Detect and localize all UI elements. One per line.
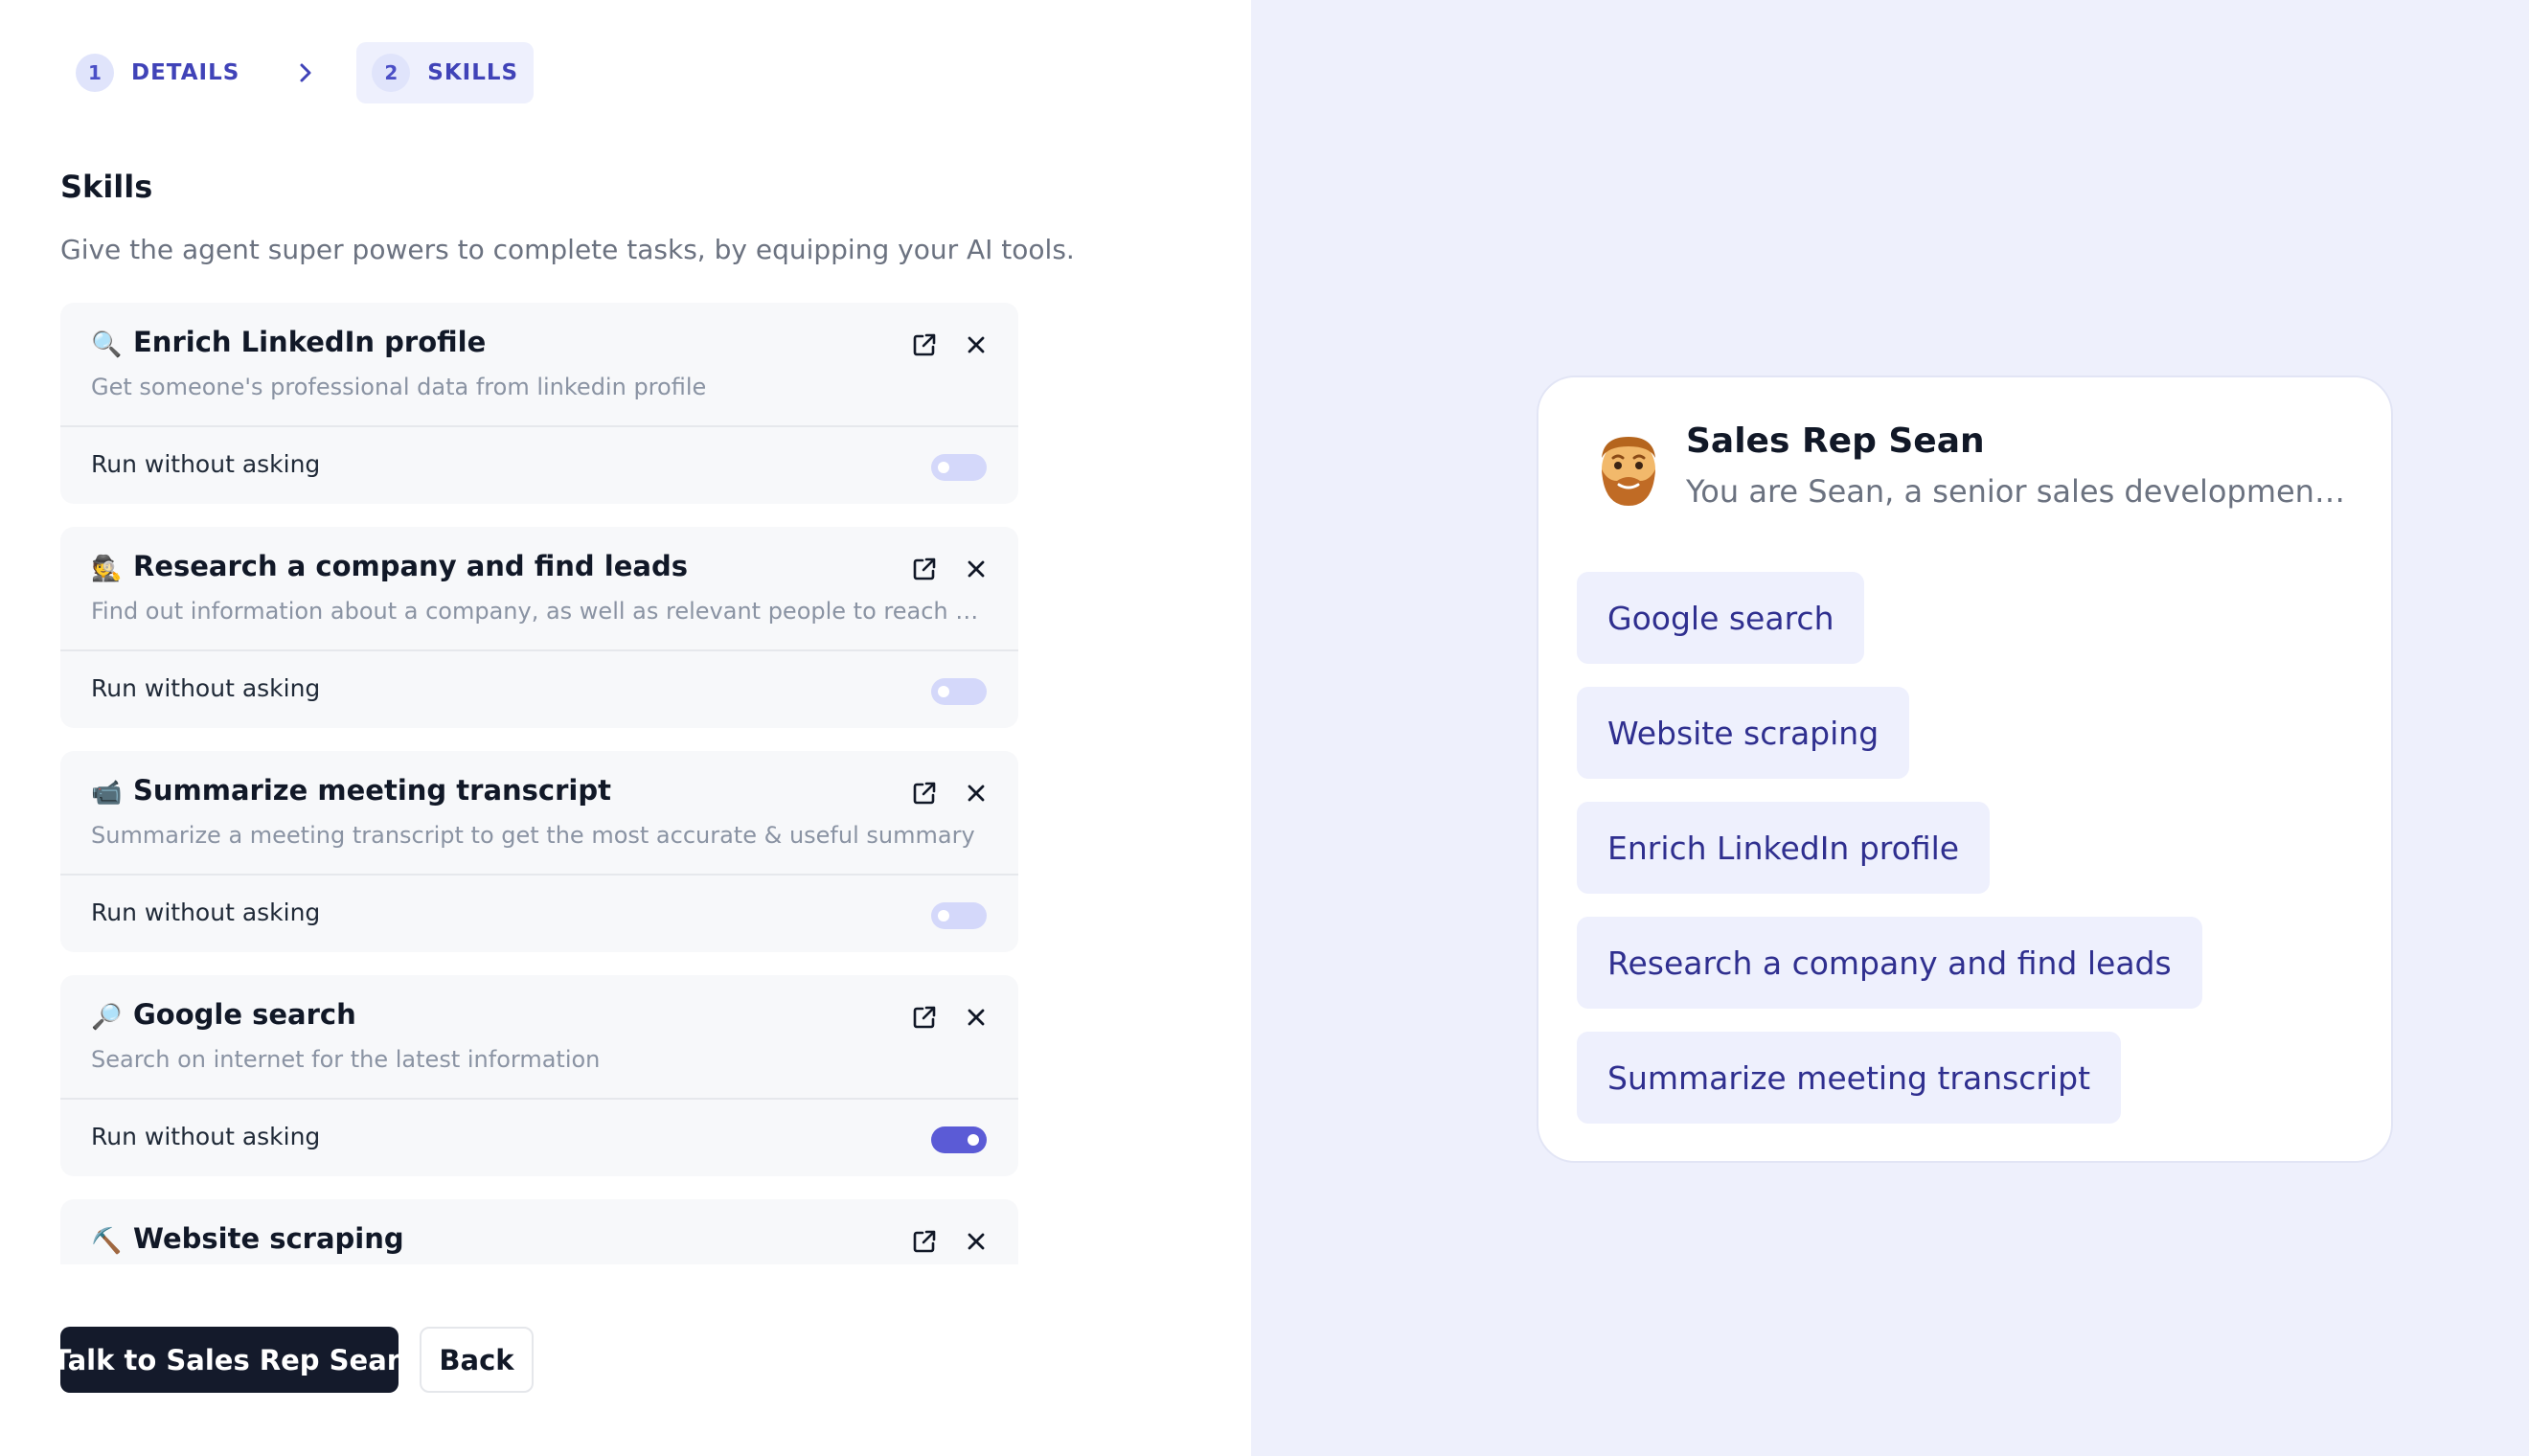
step-label: DETAILS xyxy=(131,60,240,85)
step-label: SKILLS xyxy=(427,60,519,85)
detective-icon: 🕵️ xyxy=(91,555,123,583)
step-number: 2 xyxy=(372,54,411,92)
section-heading: Skills xyxy=(60,169,153,205)
skill-chip[interactable]: Enrich LinkedIn profile xyxy=(1577,802,1991,894)
skill-chip[interactable]: Google search xyxy=(1577,572,1865,664)
video-camera-icon: 📹 xyxy=(91,779,123,808)
run-without-asking-label: Run without asking xyxy=(91,674,321,702)
stepper: 1 DETAILS 2 SKILLS xyxy=(60,42,535,103)
agent-description: You are Sean, a senior sales development… xyxy=(1686,473,2357,510)
close-icon[interactable] xyxy=(957,326,995,364)
run-without-asking-toggle[interactable] xyxy=(931,902,987,929)
skill-description: Find out information about a company, as… xyxy=(91,598,991,625)
skill-card-google-search: 🔎 Google search Search on internet for t… xyxy=(60,975,1018,1176)
run-without-asking-label: Run without asking xyxy=(91,899,321,926)
run-without-asking-toggle[interactable] xyxy=(931,454,987,481)
talk-to-agent-button[interactable]: Talk to Sales Rep Sean xyxy=(53,1327,406,1393)
skills-list[interactable]: 🔍 Enrich LinkedIn profile Get someone's … xyxy=(60,303,1018,1264)
external-link-icon[interactable] xyxy=(905,550,944,588)
close-icon[interactable] xyxy=(957,774,995,812)
skill-chip-list: Google search Website scraping Enrich Li… xyxy=(1577,572,2202,1147)
chevron-right-icon xyxy=(255,61,356,84)
close-icon[interactable] xyxy=(957,998,995,1036)
section-subheading: Give the agent super powers to complete … xyxy=(60,234,1075,265)
step-details[interactable]: 1 DETAILS xyxy=(60,42,255,103)
skill-chip[interactable]: Summarize meeting transcript xyxy=(1577,1032,2122,1124)
skill-card-enrich-linkedin: 🔍 Enrich LinkedIn profile Get someone's … xyxy=(60,303,1018,504)
external-link-icon[interactable] xyxy=(905,998,944,1036)
external-link-icon[interactable] xyxy=(905,774,944,812)
bearded-man-avatar-icon xyxy=(1592,431,1665,508)
step-skills[interactable]: 2 SKILLS xyxy=(356,42,535,103)
skill-description: Search on internet for the latest inform… xyxy=(91,1046,601,1073)
skill-chip[interactable]: Research a company and find leads xyxy=(1577,917,2202,1009)
skill-description: Summarize a meeting transcript to get th… xyxy=(91,822,975,849)
agent-preview-card: Sales Rep Sean You are Sean, a senior sa… xyxy=(1537,375,2393,1163)
skill-title: Research a company and find leads xyxy=(133,550,688,582)
skill-title: Website scraping xyxy=(133,1222,404,1255)
close-icon[interactable] xyxy=(957,550,995,588)
run-without-asking-toggle[interactable] xyxy=(931,1126,987,1153)
magnifying-glass-right-icon: 🔎 xyxy=(91,1003,123,1032)
skill-title: Google search xyxy=(133,998,356,1031)
skill-title: Enrich LinkedIn profile xyxy=(133,326,487,358)
back-button[interactable]: Back xyxy=(420,1327,534,1393)
external-link-icon[interactable] xyxy=(905,326,944,364)
run-without-asking-label: Run without asking xyxy=(91,1123,321,1150)
external-link-icon[interactable] xyxy=(905,1222,944,1261)
close-icon[interactable] xyxy=(957,1222,995,1261)
skills-editor-panel: 1 DETAILS 2 SKILLS Skills Give the agent… xyxy=(0,0,1251,1456)
magnifying-glass-icon: 🔍 xyxy=(91,330,123,359)
skill-chip[interactable]: Website scraping xyxy=(1577,687,1910,779)
run-without-asking-label: Run without asking xyxy=(91,450,321,478)
run-without-asking-toggle[interactable] xyxy=(931,678,987,705)
skill-card-website-scraping: ⛏️ Website scraping xyxy=(60,1199,1018,1264)
skill-card-research-company: 🕵️ Research a company and find leads Fin… xyxy=(60,527,1018,728)
skill-title: Summarize meeting transcript xyxy=(133,774,611,807)
agent-preview-panel: Sales Rep Sean You are Sean, a senior sa… xyxy=(1251,0,2529,1456)
skill-description: Get someone's professional data from lin… xyxy=(91,374,707,400)
step-number: 1 xyxy=(76,54,114,92)
skill-card-summarize-transcript: 📹 Summarize meeting transcript Summarize… xyxy=(60,751,1018,952)
pick-icon: ⛏️ xyxy=(91,1227,123,1256)
agent-name: Sales Rep Sean xyxy=(1686,421,1985,461)
